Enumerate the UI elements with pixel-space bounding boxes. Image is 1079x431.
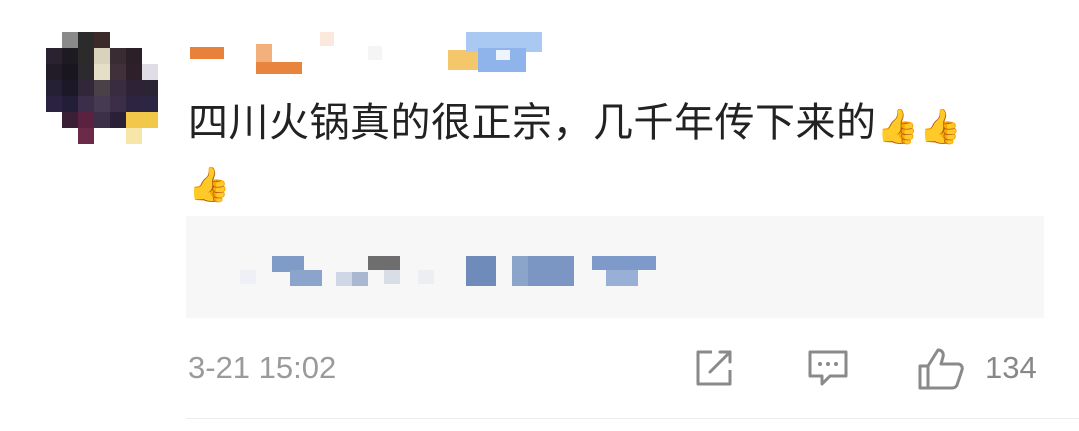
share-edit-icon <box>696 350 732 386</box>
comment-body: 四川火锅真的很正宗，几千年传下来的 <box>188 100 877 146</box>
thumbs-up-emoji-icon: 👍 <box>919 107 963 147</box>
avatar[interactable] <box>46 32 162 144</box>
like-button[interactable] <box>916 346 966 396</box>
thumbs-up-emoji-icon: 👍 <box>188 165 231 205</box>
divider <box>186 418 1079 419</box>
comment-text: 四川火锅真的很正宗，几千年传下来的👍👍 👍 <box>188 94 1048 210</box>
thumbs-up-emoji-icon: 👍 <box>876 107 920 147</box>
username[interactable] <box>190 30 550 78</box>
quoted-post[interactable] <box>186 216 1044 318</box>
reply-button[interactable] <box>806 346 850 394</box>
share-button[interactable] <box>692 346 736 394</box>
like-count: 134 <box>985 350 1037 385</box>
comment-bubble-icon <box>808 350 848 386</box>
thumbs-up-outline-icon <box>918 348 964 390</box>
timestamp: 3-21 15:02 <box>188 350 337 385</box>
